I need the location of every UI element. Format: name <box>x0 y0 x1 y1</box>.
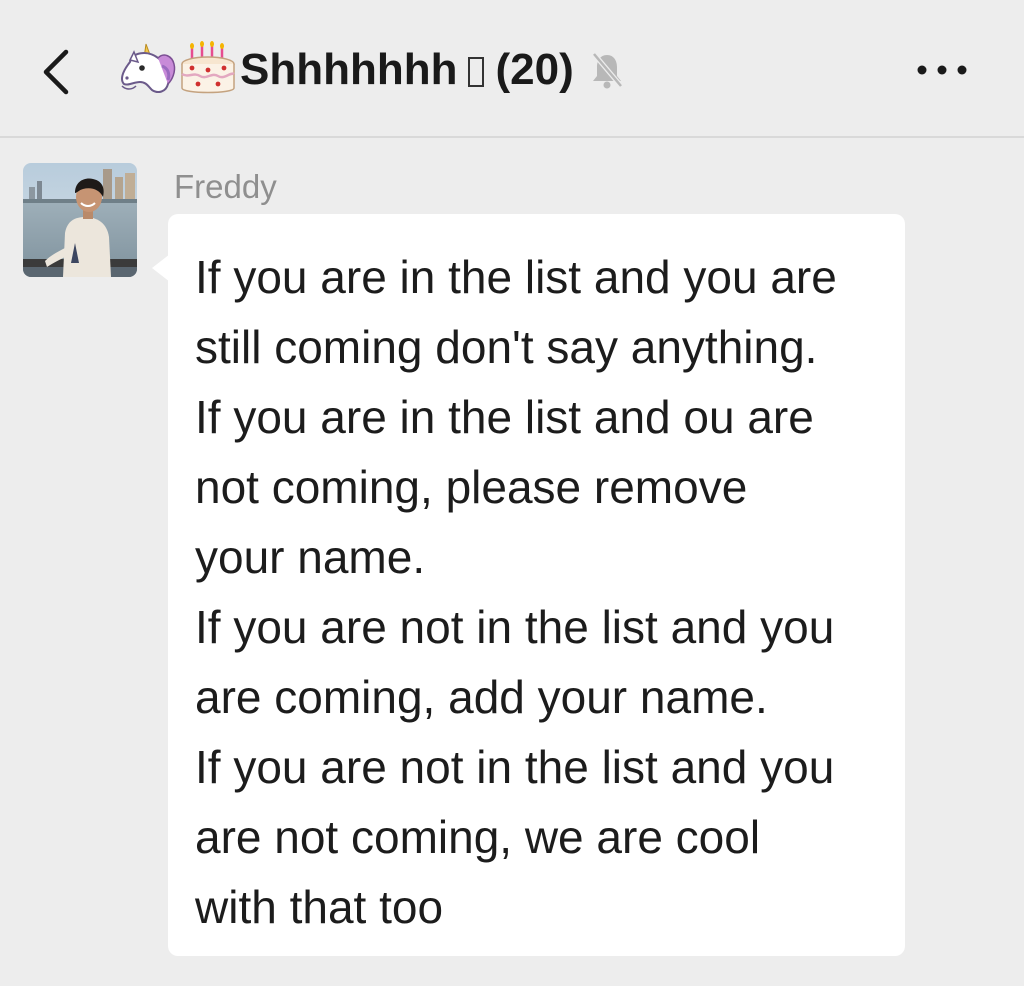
message-line: If you are not in the list and you <box>195 741 835 793</box>
chat-header: Shhhhhhh (20) <box>0 0 1024 138</box>
unicorn-emoji <box>121 43 176 93</box>
more-dots-icon <box>917 65 967 75</box>
chevron-left-icon <box>43 49 69 95</box>
birthday-cake-emoji <box>181 41 235 94</box>
message-line: not coming, please remove <box>195 461 748 513</box>
message-line: with that too <box>195 881 444 933</box>
message-bubble[interactable]: If you are in the list and you are still… <box>168 214 905 956</box>
chat-title-text: Shhhhhhh <box>240 45 458 94</box>
message-line: If you are in the list and ou are <box>195 391 814 443</box>
chat-title[interactable]: Shhhhhhh (20) <box>118 38 626 102</box>
message-line: are coming, add your name. <box>195 671 768 723</box>
message-line: If you are in the list and you are <box>195 251 837 303</box>
back-button[interactable] <box>30 40 80 100</box>
message-line: still coming don't say anything. <box>195 321 818 373</box>
missing-glyph-box <box>467 57 484 87</box>
message-line: If you are not in the list and you <box>195 601 835 653</box>
message-line: your name. <box>195 531 426 583</box>
sender-avatar[interactable] <box>23 163 137 277</box>
sender-name: Freddy <box>174 168 277 205</box>
avatar-photo <box>23 163 137 277</box>
message-line: are not coming, we are cool <box>195 811 761 863</box>
muted-bell-icon <box>591 52 623 89</box>
more-options-button[interactable] <box>912 52 972 88</box>
member-count: (20) <box>495 45 574 94</box>
